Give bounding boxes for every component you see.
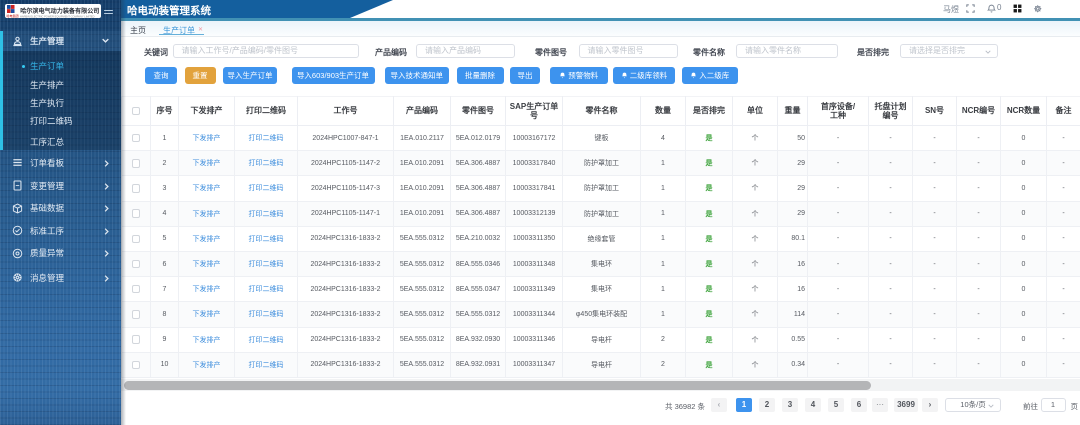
svg-text:哈电集团: 哈电集团 bbox=[6, 13, 18, 18]
svg-text:哈尔滨电气动力装备有限公司: 哈尔滨电气动力装备有限公司 bbox=[20, 7, 99, 15]
svg-text:HARBIN ELECTRIC POWER EQUIPMEN: HARBIN ELECTRIC POWER EQUIPMENT COMPANY … bbox=[20, 14, 95, 18]
